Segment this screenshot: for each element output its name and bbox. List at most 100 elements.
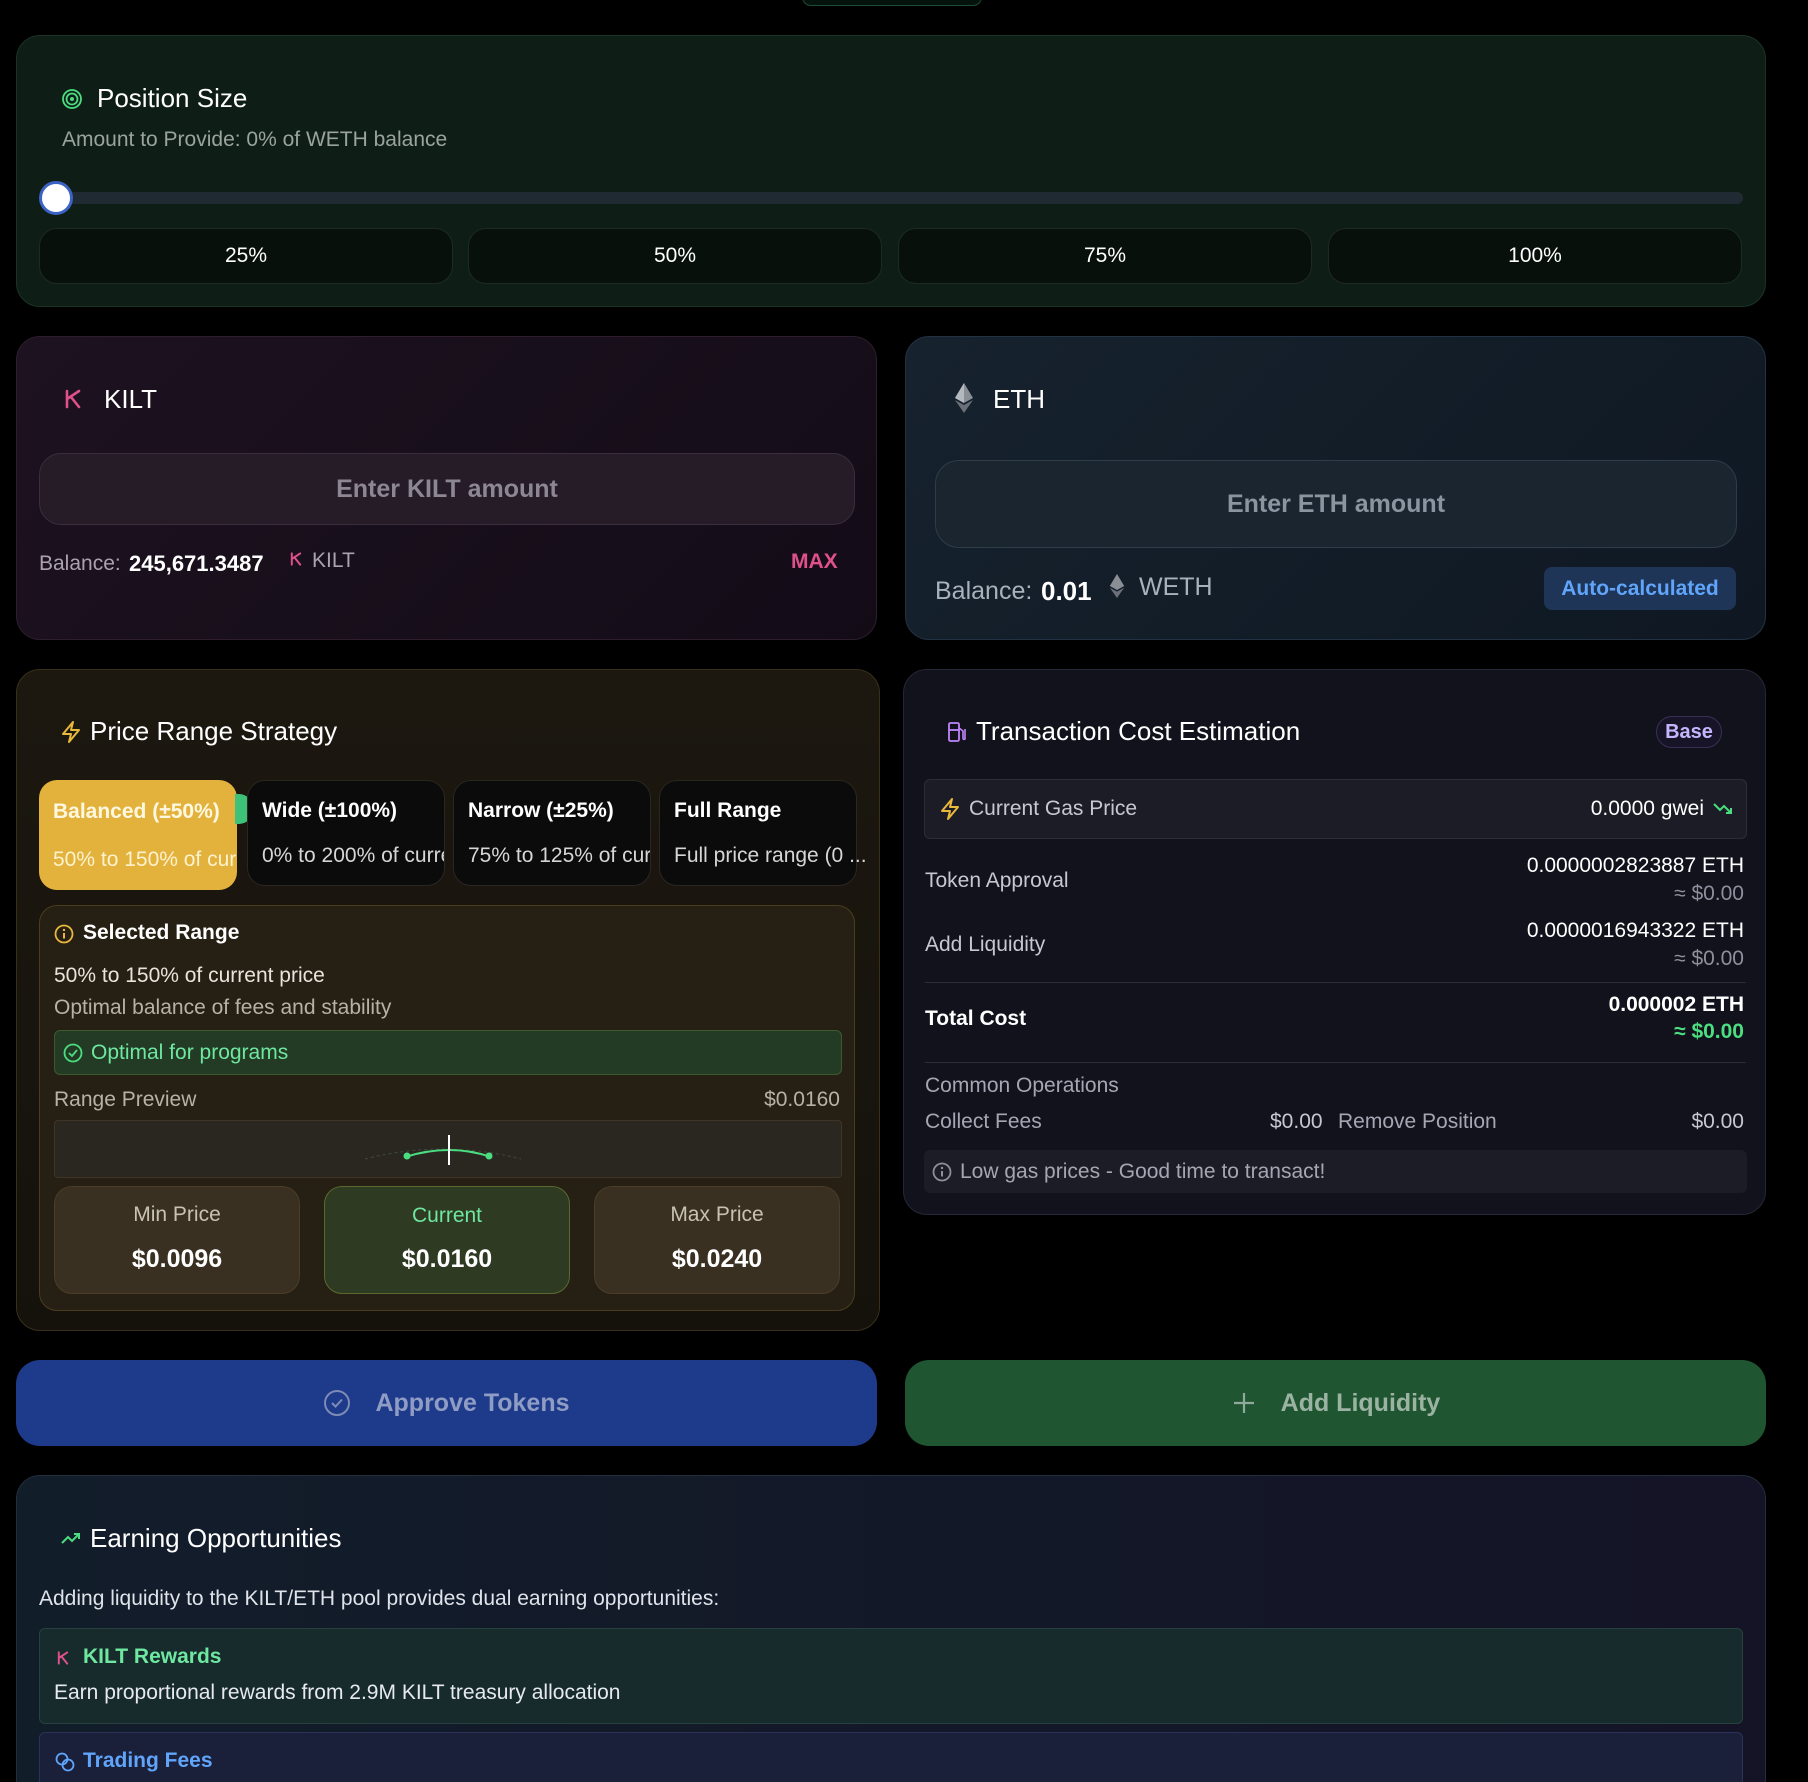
add-liquidity-label: Add Liquidity <box>925 933 1046 956</box>
add-liquidity-button[interactable]: Add Liquidity <box>905 1360 1766 1446</box>
trading-fees-box: Trading Fees <box>39 1732 1743 1782</box>
amount-slider-track[interactable] <box>39 192 1743 204</box>
token-approval-eth: 0.0000002823887 ETH <box>1526 854 1744 877</box>
eth-amount-input[interactable]: Enter ETH amount <box>935 460 1737 548</box>
position-size-card: Position Size Amount to Provide: 0% of W… <box>16 35 1766 307</box>
lightning-icon <box>939 797 961 821</box>
gas-price-value: 0.0000 gwei <box>1590 797 1704 820</box>
trending-down-icon <box>1712 800 1734 818</box>
kilt-title: KILT <box>104 384 157 414</box>
eth-title: ETH <box>993 384 1045 414</box>
gas-price-label: Current Gas Price <box>969 797 1138 820</box>
add-liquidity-usd: ≈ $0.00 <box>1674 947 1744 970</box>
strategy-option-label: Narrow (±25%) <box>468 799 614 822</box>
remove-position-label: Remove Position <box>1338 1110 1497 1133</box>
transaction-cost-card: Transaction Cost Estimation Base Current… <box>903 669 1766 1215</box>
current-price-box: Current $0.0160 <box>324 1186 570 1294</box>
kilt-max-button[interactable]: MAX <box>791 550 838 574</box>
collect-fees-label: Collect Fees <box>925 1110 1042 1133</box>
add-liquidity-eth: 0.0000016943322 ETH <box>1526 919 1744 942</box>
eth-small-icon <box>1109 573 1125 599</box>
token-approval-usd: ≈ $0.00 <box>1674 882 1744 905</box>
kilt-balance-token: KILT <box>312 549 355 572</box>
kilt-rewards-box: KILT Rewards Earn proportional rewards f… <box>39 1628 1743 1724</box>
min-price-label: Min Price <box>133 1203 221 1226</box>
range-preview-label: Range Preview <box>54 1088 197 1111</box>
remove-position-value: $0.00 <box>1691 1110 1744 1133</box>
strategy-option-desc: 75% to 125% of current price <box>468 844 651 867</box>
strategy-option-desc: 50% to 150% of current price <box>53 848 237 871</box>
eth-input-card: ETH Enter ETH amount Balance: 0.01 WETH … <box>905 336 1766 640</box>
top-tab-stub <box>802 0 982 6</box>
strategy-option-full-range[interactable]: Full Range Full price range (0 ... <box>659 780 867 886</box>
position-size-subtitle: Amount to Provide: 0% of WETH balance <box>62 128 448 151</box>
range-preview-chart <box>54 1120 842 1178</box>
coins-icon <box>54 1751 76 1773</box>
preset-100-button[interactable]: 100% <box>1328 228 1742 284</box>
eth-logo-icon <box>954 382 974 414</box>
total-cost-usd: ≈ $0.00 <box>1674 1020 1744 1043</box>
kilt-small-icon <box>289 552 303 566</box>
total-cost-eth: 0.000002 ETH <box>1608 993 1744 1016</box>
earning-intro: Adding liquidity to the KILT/ETH pool pr… <box>39 1587 720 1610</box>
strategy-option-balanced[interactable]: Balanced (±50%) 50% to 150% of current p… <box>39 780 237 890</box>
kilt-logo-icon <box>63 389 83 409</box>
kilt-balance-value: 245,671.3487 <box>129 551 264 576</box>
strategy-title: Price Range Strategy <box>90 716 338 746</box>
strategy-option-desc: Full price range (0 ... <box>674 844 867 867</box>
gas-price-row: Current Gas Price 0.0000 gwei <box>924 779 1747 839</box>
common-operations-label: Common Operations <box>925 1074 1119 1097</box>
strategy-option-label: Wide (±100%) <box>262 799 398 822</box>
amount-slider-thumb[interactable] <box>39 181 73 215</box>
preset-75-button[interactable]: 75% <box>898 228 1312 284</box>
kilt-balance-label: Balance: <box>39 552 121 575</box>
strategy-option-label: Balanced (±50%) <box>53 800 220 823</box>
total-cost-label: Total Cost <box>925 1007 1027 1030</box>
token-approval-label: Token Approval <box>925 869 1069 892</box>
strategy-option-label: Full Range <box>674 799 782 822</box>
approve-tokens-label: Approve Tokens <box>375 1388 570 1417</box>
network-badge: Base <box>1656 716 1722 748</box>
check-circle-icon <box>63 1043 83 1063</box>
max-price-label: Max Price <box>670 1203 764 1226</box>
selected-range-note: Optimal balance of fees and stability <box>54 996 392 1019</box>
eth-balance-value: 0.01 <box>1041 576 1092 606</box>
check-circle-icon <box>323 1389 351 1417</box>
preset-25-button[interactable]: 25% <box>39 228 453 284</box>
add-liquidity-label: Add Liquidity <box>1280 1388 1441 1417</box>
fuel-pump-icon <box>946 720 968 744</box>
info-icon <box>932 1162 952 1182</box>
current-price-label: Current <box>411 1204 483 1227</box>
selected-range-desc: 50% to 150% of current price <box>54 964 325 987</box>
kilt-input-card: KILT Enter KILT amount Balance: 245,671.… <box>16 336 877 640</box>
trending-up-icon <box>60 1529 82 1547</box>
plus-icon <box>1231 1390 1257 1416</box>
kilt-rewards-desc: Earn proportional rewards from 2.9M KILT… <box>54 1681 621 1704</box>
strategy-option-desc: 0% to 200% of current price <box>262 844 444 867</box>
max-price-value: $0.0240 <box>671 1245 763 1273</box>
min-price-value: $0.0096 <box>131 1245 223 1273</box>
lightning-icon <box>60 720 82 744</box>
kilt-rewards-title: KILT Rewards <box>83 1645 222 1668</box>
selected-range-panel: Selected Range 50% to 150% of current pr… <box>39 905 855 1311</box>
target-icon <box>61 88 83 110</box>
optimal-badge: Optimal for programs <box>54 1030 842 1075</box>
preset-50-button[interactable]: 50% <box>468 228 882 284</box>
trading-fees-title: Trading Fees <box>83 1749 213 1772</box>
collect-fees-value: $0.00 <box>1270 1110 1323 1133</box>
strategy-option-wide[interactable]: Wide (±100%) 0% to 200% of current price <box>247 780 445 886</box>
price-range-strategy-card: Price Range Strategy Balanced (±50%) 50%… <box>16 669 880 1331</box>
optimal-label: Optimal for programs <box>91 1041 289 1064</box>
divider <box>925 1062 1746 1063</box>
gas-tip-bar: Low gas prices - Good time to transact! <box>924 1150 1747 1193</box>
approve-tokens-button[interactable]: Approve Tokens <box>16 1360 877 1446</box>
earning-opportunities-card: Earning Opportunities Adding liquidity t… <box>16 1475 1766 1782</box>
min-price-box: Min Price $0.0096 <box>54 1186 300 1294</box>
strategy-option-narrow[interactable]: Narrow (±25%) 75% to 125% of current pri… <box>453 780 651 886</box>
position-size-title: Position Size <box>97 83 248 113</box>
info-icon <box>54 924 74 944</box>
max-price-box: Max Price $0.0240 <box>594 1186 840 1294</box>
kilt-amount-input[interactable]: Enter KILT amount <box>39 453 855 525</box>
divider <box>925 982 1746 983</box>
kilt-logo-icon <box>56 1651 70 1665</box>
